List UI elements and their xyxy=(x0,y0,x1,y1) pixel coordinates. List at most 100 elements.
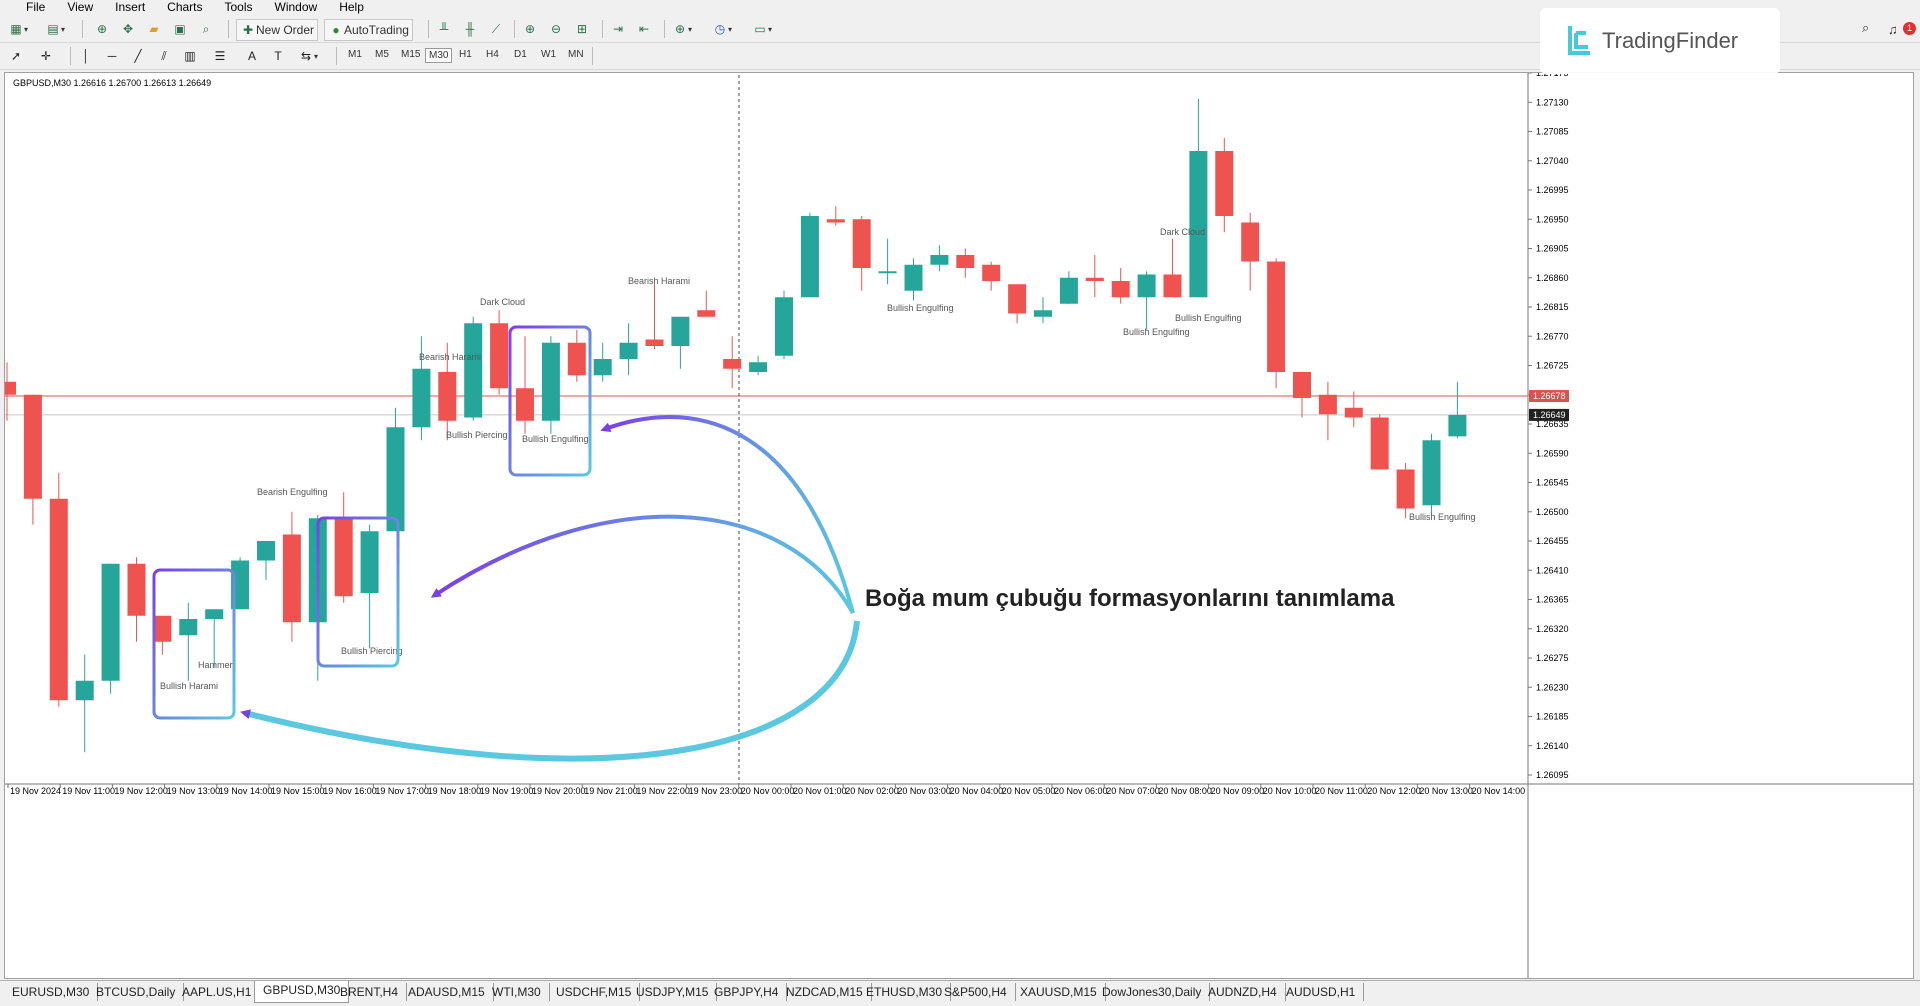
pattern-label-bearish-harami-2: Bearish Harami xyxy=(628,276,690,286)
profiles-icon: ▤ xyxy=(47,22,59,36)
chart-tab[interactable]: ADAUSD,M15 xyxy=(400,983,494,1001)
menu-insert[interactable]: Insert xyxy=(104,0,156,14)
timeframe-d1[interactable]: D1 xyxy=(511,48,530,61)
candle-body xyxy=(23,394,42,499)
y-tick-label: 1.27085 xyxy=(1536,127,1569,137)
pattern-label-dark-cloud-1: Dark Cloud xyxy=(480,297,525,307)
data-window-button[interactable]: ▰ xyxy=(146,19,162,39)
x-tick-label: 20 Nov 03:00 xyxy=(897,786,951,796)
profiles-button[interactable]: ▤ ▾ xyxy=(45,19,65,39)
menu-tools[interactable]: Tools xyxy=(214,0,264,14)
candle-body xyxy=(386,427,405,532)
timeframe-w1[interactable]: W1 xyxy=(538,48,559,61)
chart-tab[interactable]: AAPL.US,H1 xyxy=(174,983,261,1001)
fibonacci-button[interactable]: ☰ xyxy=(212,46,228,66)
chart-tab[interactable]: USDCHF,M15 xyxy=(548,983,641,1001)
pattern-label-bullish-piercing-1: Bullish Piercing xyxy=(341,646,403,656)
terminal-icon: ▣ xyxy=(174,22,186,36)
text-button[interactable]: A xyxy=(244,46,260,66)
bell-icon[interactable]: ♫ xyxy=(1888,22,1898,37)
candle-body xyxy=(1215,151,1234,216)
candlestick-chart-button[interactable]: ╫ xyxy=(462,19,478,39)
candle-body xyxy=(1137,274,1156,298)
autotrading-button[interactable]: ● AutoTrading xyxy=(324,19,413,41)
chart-tab[interactable]: BRENT,H4 xyxy=(332,983,408,1001)
zoom-in-button[interactable]: ⊕ xyxy=(522,19,538,39)
channel-button[interactable]: ⫽ xyxy=(156,46,172,66)
timeframe-mn[interactable]: MN xyxy=(565,48,587,61)
navigator-button[interactable]: ✥ xyxy=(120,19,136,39)
chart-tab[interactable]: EURUSD,M30 xyxy=(4,983,99,1001)
chart-tab[interactable]: AUDNZD,H4 xyxy=(1200,983,1286,1001)
menu-help[interactable]: Help xyxy=(328,0,375,14)
gann-button[interactable]: ▥ xyxy=(182,46,198,66)
menu-charts[interactable]: Charts xyxy=(156,0,213,14)
vertical-line-button[interactable]: │ xyxy=(78,46,94,66)
y-tick-label: 1.26725 xyxy=(1536,361,1569,371)
line-chart-button[interactable]: ⟋ xyxy=(488,19,504,39)
pattern-label-bullish-harami: Bullish Harami xyxy=(160,681,218,691)
candle-body xyxy=(1344,407,1363,418)
search-icon[interactable]: ⌕ xyxy=(1862,20,1869,36)
candle-body xyxy=(1318,394,1337,415)
chart-tab[interactable]: XAUUSD,M15 xyxy=(1012,983,1106,1001)
candle-body xyxy=(1189,151,1208,298)
arrows-button[interactable]: ⇆ ▾ xyxy=(298,46,318,66)
fibonacci-icon: ☰ xyxy=(214,49,226,63)
chart-tab[interactable]: WTI,M30 xyxy=(484,983,550,1001)
candle-body xyxy=(516,388,534,421)
candlestick-chart[interactable]: Bullish Harami Hammer Bearish Engulfing Bul… xyxy=(5,73,1913,978)
x-tick-label: 20 Nov 11:00 xyxy=(1315,786,1368,796)
time-axis: 19 Nov 2024 19 Nov 11:00 19 Nov 12:0019 No… xyxy=(7,784,1525,796)
candle-body xyxy=(179,619,198,636)
menu-file[interactable]: File xyxy=(0,0,56,14)
gann-icon: ▥ xyxy=(184,49,196,63)
trendline-button[interactable]: ╱ xyxy=(130,46,146,66)
menu-window[interactable]: Window xyxy=(264,0,329,14)
x-tick-label: 19 Nov 18:00 xyxy=(428,786,482,796)
tile-windows-button[interactable]: ⊞ xyxy=(574,19,590,39)
candle-body xyxy=(127,563,146,616)
chart-tab[interactable]: AUDUSD,H1 xyxy=(1278,983,1365,1001)
strategy-tester-button[interactable]: ⌕ xyxy=(198,19,214,39)
periods-button[interactable]: ◷ ▾ xyxy=(712,19,732,39)
chart-tab[interactable]: BTCUSD,Daily xyxy=(88,983,185,1001)
cursor-button[interactable]: ➚ xyxy=(8,46,24,66)
chart-tab[interactable]: GBPJPY,H4 xyxy=(706,983,788,1001)
chart-tab[interactable]: DowJones30,Daily xyxy=(1094,983,1211,1001)
new-order-button[interactable]: ✚ New Order xyxy=(236,19,319,41)
x-tick-label: 19 Nov 21:00 xyxy=(584,786,638,796)
candle-body xyxy=(464,323,483,418)
timeframe-m30[interactable]: M30 xyxy=(425,48,453,63)
text-label-button[interactable]: T xyxy=(270,46,286,66)
market-watch-button[interactable]: ⊕ xyxy=(94,19,110,39)
crosshair-button[interactable]: ✛ xyxy=(38,46,54,66)
horizontal-line-button[interactable]: ─ xyxy=(104,46,120,66)
x-tick-label: 20 Nov 06:00 xyxy=(1054,786,1108,796)
templates-button[interactable]: ▭ ▾ xyxy=(752,19,772,39)
candle-body xyxy=(153,615,172,642)
zoom-out-button[interactable]: ⊖ xyxy=(548,19,564,39)
candle-body xyxy=(1111,281,1130,298)
candle-body xyxy=(438,372,457,421)
timeframe-m1[interactable]: M1 xyxy=(345,48,365,61)
chart-window[interactable]: Bullish Harami Hammer Bearish Engulfing Bul… xyxy=(4,72,1914,979)
timeframe-m15[interactable]: M15 xyxy=(398,48,423,61)
chart-tab[interactable]: S&P500,H4 xyxy=(936,983,1016,1001)
timeframe-h1[interactable]: H1 xyxy=(456,48,475,61)
chart-shift-button[interactable]: ⇤ xyxy=(636,19,652,39)
timeframe-m5[interactable]: M5 xyxy=(372,48,392,61)
candle-body xyxy=(930,255,949,265)
candle-body xyxy=(257,541,275,561)
timeframe-h4[interactable]: H4 xyxy=(483,48,502,61)
new-chart-button[interactable]: ▦ ▾ xyxy=(8,19,28,39)
bar-chart-button[interactable]: ╨ xyxy=(436,19,452,39)
chart-tab[interactable]: USDJPY,M15 xyxy=(628,983,718,1001)
auto-scroll-button[interactable]: ⇥ xyxy=(610,19,626,39)
terminal-button[interactable]: ▣ xyxy=(172,19,188,39)
tradingfinder-logo: TradingFinder xyxy=(1540,8,1780,74)
menu-view[interactable]: View xyxy=(56,0,104,14)
candle-body xyxy=(1448,414,1467,437)
indicators-button[interactable]: ⊕ ▾ xyxy=(672,19,692,39)
y-tick-label: 1.27040 xyxy=(1536,156,1569,166)
